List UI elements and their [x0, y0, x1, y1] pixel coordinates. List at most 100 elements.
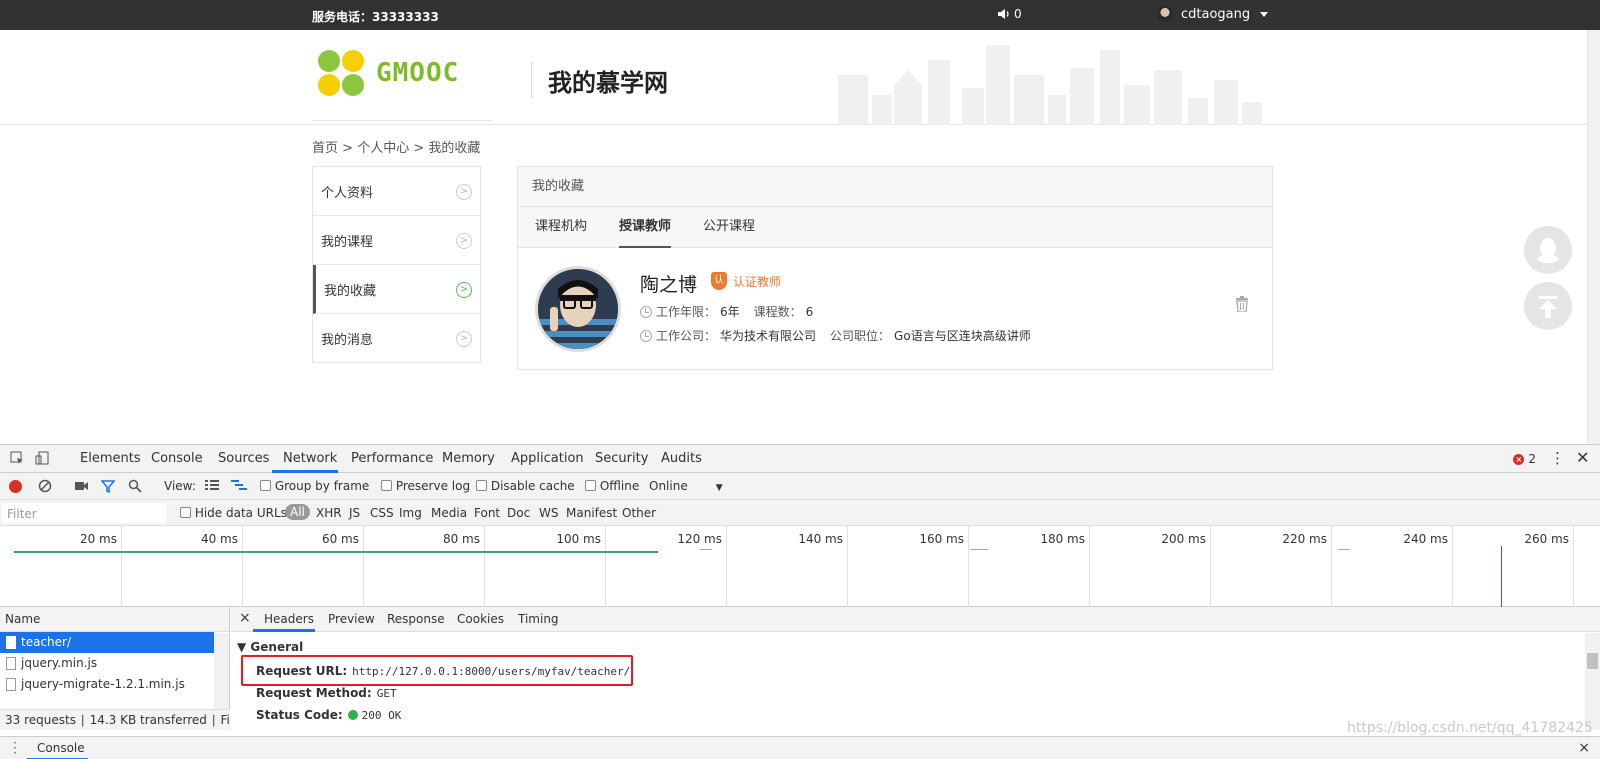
- waterfall-icon[interactable]: [231, 479, 247, 491]
- timeline-tick-label: 80 ms: [442, 532, 480, 546]
- breadcrumb-home[interactable]: 首页: [312, 141, 338, 156]
- tab-preview[interactable]: Preview: [328, 612, 375, 626]
- teacher-photo[interactable]: [535, 266, 621, 352]
- sidebar-item-favorites[interactable]: 我的收藏 >: [313, 265, 480, 314]
- tab-cookies[interactable]: Cookies: [457, 612, 504, 626]
- tab-network[interactable]: Network: [283, 451, 337, 466]
- filter-type-img[interactable]: Img: [399, 506, 422, 520]
- filter-type-other[interactable]: Other: [622, 506, 656, 520]
- breadcrumb-separator: >: [409, 141, 429, 156]
- breadcrumb: 首页 > 个人中心 > 我的收藏: [312, 137, 480, 156]
- message-count: 0: [1014, 7, 1022, 21]
- tab-timing[interactable]: Timing: [518, 612, 559, 626]
- preserve-log-toggle[interactable]: Preserve log: [381, 479, 470, 493]
- close-drawer-icon[interactable]: ×: [1578, 740, 1590, 756]
- filter-type-doc[interactable]: Doc: [507, 506, 530, 520]
- search-icon[interactable]: [128, 479, 142, 493]
- filter-type-font[interactable]: Font: [474, 506, 500, 520]
- years-value: 6年: [720, 305, 740, 319]
- timeline-tick-label: 240 ms: [1403, 532, 1448, 546]
- filter-type-xhr[interactable]: XHR: [316, 506, 342, 520]
- inspect-element-icon[interactable]: [10, 451, 24, 465]
- filter-type-ws[interactable]: WS: [539, 506, 558, 520]
- tab-memory[interactable]: Memory: [442, 451, 495, 466]
- group-by-frame-toggle[interactable]: Group by frame: [260, 479, 369, 493]
- tab-audits[interactable]: Audits: [661, 451, 702, 466]
- tab-sources[interactable]: Sources: [218, 451, 269, 466]
- hide-data-urls-label: Hide data URLs: [194, 506, 287, 520]
- close-devtools-icon[interactable]: ✕: [1576, 448, 1589, 467]
- preserve-log-label: Preserve log: [395, 479, 471, 493]
- filter-type-css[interactable]: CSS: [370, 506, 394, 520]
- tab-headers[interactable]: Headers: [264, 612, 314, 626]
- trash-icon[interactable]: [1235, 296, 1249, 312]
- request-row[interactable]: jquery.min.js: [0, 653, 214, 674]
- qq-contact-button[interactable]: [1524, 226, 1572, 274]
- sidebar-item-profile[interactable]: 个人资料 >: [313, 167, 480, 216]
- favorites-panel: 我的收藏 课程机构 授课教师 公开课程 陶之博 认 认证教师 工作年限： 6年 …: [517, 166, 1273, 370]
- filter-type-all[interactable]: All: [285, 504, 310, 520]
- request-row[interactable]: jquery-migrate-1.2.1.min.js: [0, 674, 214, 695]
- drawer-menu-icon[interactable]: · · ·: [13, 737, 17, 759]
- error-counter[interactable]: × 2: [1513, 452, 1536, 466]
- tab-teachers[interactable]: 授课教师: [619, 207, 672, 248]
- service-phone: 服务电话：33333333: [312, 10, 439, 24]
- sidebar-item-label: 我的消息: [321, 333, 374, 348]
- general-section-toggle[interactable]: ▼ General: [237, 640, 303, 654]
- request-row[interactable]: teacher/: [0, 632, 214, 653]
- checkbox: [180, 507, 191, 518]
- request-url-value: http://127.0.0.1:8000/users/myfav/teache…: [352, 665, 631, 678]
- request-list-scrollbar[interactable]: [214, 633, 229, 709]
- status-ok-dot: [347, 710, 358, 720]
- sidebar-item-messages[interactable]: 我的消息 >: [313, 314, 480, 363]
- tab-security[interactable]: Security: [595, 451, 648, 466]
- name-column-header[interactable]: Name: [0, 607, 229, 632]
- drawer-tab-console[interactable]: Console: [37, 741, 85, 755]
- detail-scrollbar[interactable]: [1585, 633, 1600, 730]
- courses-label: 课程数：: [753, 305, 802, 319]
- tab-courses[interactable]: 公开课程: [703, 207, 755, 248]
- offline-label: Offline: [599, 479, 640, 493]
- offline-toggle[interactable]: Offline: [585, 479, 639, 493]
- tab-application[interactable]: Application: [511, 451, 584, 466]
- throttling-select[interactable]: Online ▼: [649, 479, 723, 493]
- clear-icon[interactable]: [38, 479, 52, 493]
- back-to-top-button[interactable]: [1524, 282, 1572, 330]
- breadcrumb-center[interactable]: 个人中心: [357, 141, 409, 156]
- user-menu[interactable]: cdtaogang: [1157, 6, 1269, 22]
- throttling-value: Online: [649, 479, 688, 493]
- sidebar-item-courses[interactable]: 我的课程 >: [313, 216, 480, 265]
- tab-elements[interactable]: Elements: [80, 451, 141, 466]
- timeline-gridline: [1331, 526, 1332, 607]
- large-rows-icon[interactable]: [205, 479, 219, 491]
- filter-icon[interactable]: [101, 479, 115, 493]
- tab-console[interactable]: Console: [151, 451, 203, 466]
- timeline-gridline: [121, 526, 122, 607]
- camera-icon[interactable]: [74, 479, 89, 492]
- tab-organizations[interactable]: 课程机构: [535, 207, 587, 248]
- disable-cache-toggle[interactable]: Disable cache: [476, 479, 575, 493]
- record-icon[interactable]: [9, 480, 22, 493]
- user-avatar: [1157, 6, 1173, 22]
- filter-input[interactable]: Filter: [2, 503, 166, 523]
- hide-data-urls-toggle[interactable]: Hide data URLs: [180, 506, 287, 520]
- site-logo[interactable]: GMOOC: [318, 50, 459, 96]
- filter-type-media[interactable]: Media: [431, 506, 467, 520]
- more-options-icon[interactable]: ⋮: [1550, 449, 1565, 467]
- request-name: jquery-migrate-1.2.1.min.js: [21, 677, 185, 691]
- message-indicator[interactable]: 0: [997, 7, 1022, 21]
- teacher-name[interactable]: 陶之博: [640, 270, 697, 297]
- filter-type-js[interactable]: JS: [349, 506, 360, 520]
- request-list: Name teacher/ jquery.min.js jquery-migra…: [0, 607, 230, 730]
- page-scrollbar[interactable]: [1587, 30, 1600, 444]
- sidebar-item-label: 我的收藏: [324, 283, 377, 299]
- site-topbar: 服务电话：33333333 0 cdtaogang: [0, 0, 1600, 30]
- device-toolbar-icon[interactable]: [35, 451, 49, 465]
- filter-type-manifest[interactable]: Manifest: [566, 506, 617, 520]
- chevron-right-icon: >: [456, 184, 472, 200]
- tab-performance[interactable]: Performance: [351, 451, 433, 466]
- tab-response[interactable]: Response: [387, 612, 445, 626]
- timeline-marker: [1338, 549, 1350, 550]
- network-overview-timeline[interactable]: 20 ms 40 ms 60 ms 80 ms 100 ms 120 ms 140 ms 16…: [0, 526, 1600, 607]
- close-detail-icon[interactable]: ×: [239, 610, 251, 626]
